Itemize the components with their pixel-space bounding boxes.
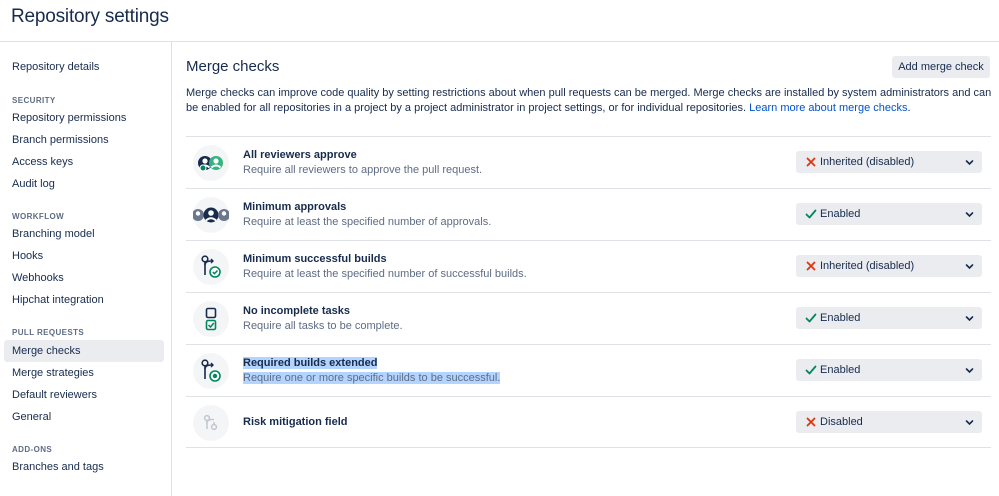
page-title: Repository settings [11,6,169,27]
check-icon [805,365,817,375]
merge-checks-panel: Merge checks Add merge check Merge check… [172,42,999,496]
merge-check-row-all-reviewers: All reviewers approve Require all review… [186,136,991,188]
sidebar-section-add-ons: ADD-ONS [12,445,53,454]
merge-check-subtitle: Require all reviewers to approve the pul… [243,164,483,176]
sidebar-item-branching-model[interactable]: Branching model [4,223,164,245]
merge-check-subtitle: Require one or more specific builds to b… [243,372,501,384]
sidebar-item-merge-checks[interactable]: Merge checks [4,340,164,362]
reviewers-approve-icon [193,145,229,181]
tasks-icon [193,301,229,337]
merge-check-subtitle: Require at least the specified number of… [243,268,527,280]
description-suffix: . [907,102,911,114]
merge-check-subtitle: Require all tasks to be complete. [243,320,403,332]
sidebar-item-webhooks[interactable]: Webhooks [4,267,164,289]
sidebar-item-repository-details[interactable]: Repository details [4,56,164,78]
merge-check-row-minimum-builds: Minimum successful builds Require at lea… [186,240,991,292]
merge-check-title: Minimum successful builds [243,253,387,265]
merge-check-status-select[interactable]: Enabled [796,307,982,329]
status-value: Disabled [820,416,863,428]
sidebar-item-access-keys[interactable]: Access keys [4,151,164,173]
merge-check-title: Required builds extended [243,357,378,369]
chevron-down-icon [965,316,974,322]
merge-check-status-select[interactable]: Disabled [796,411,982,433]
chevron-down-icon [965,368,974,374]
page-header: Repository settings [0,0,999,42]
learn-more-link[interactable]: Learn more about merge checks [749,102,907,114]
chevron-down-icon [965,264,974,270]
sidebar-item-hipchat-integration[interactable]: Hipchat integration [4,289,164,311]
cross-icon [806,417,816,427]
settings-sidebar: Repository details SECURITY Repository p… [0,42,172,496]
section-title: Merge checks [186,58,280,75]
check-icon [805,313,817,323]
merge-checks-description: Merge checks can improve code quality by… [186,86,996,116]
sidebar-item-general[interactable]: General [4,406,164,428]
risk-mitigation-icon [193,405,229,441]
sidebar-item-branch-permissions[interactable]: Branch permissions [4,129,164,151]
merge-check-row-risk-mitigation: Risk mitigation field Disabled [186,396,991,448]
sidebar-item-hooks[interactable]: Hooks [4,245,164,267]
selected-text: Require one or more specific builds to b… [243,372,501,384]
cross-icon [806,157,816,167]
builds-icon [193,249,229,285]
status-value: Inherited (disabled) [820,156,915,168]
status-value: Enabled [820,208,861,220]
selected-text: Required builds extended [243,357,378,369]
merge-check-subtitle: Require at least the specified number of… [243,216,492,228]
sidebar-section-security: SECURITY [12,96,56,105]
sidebar-item-default-reviewers[interactable]: Default reviewers [4,384,164,406]
chevron-down-icon [965,420,974,426]
sidebar-item-audit-log[interactable]: Audit log [4,173,164,195]
minimum-approvals-icon [193,197,229,233]
merge-check-status-select[interactable]: Inherited (disabled) [796,255,982,277]
check-icon [805,209,817,219]
merge-check-row-required-builds: Required builds extended Require one or … [186,344,991,396]
sidebar-section-pull-requests: PULL REQUESTS [12,328,85,337]
cross-icon [806,261,816,271]
chevron-down-icon [965,212,974,218]
merge-check-title: Minimum approvals [243,201,347,213]
required-builds-icon [193,353,229,389]
chevron-down-icon [965,160,974,166]
status-value: Enabled [820,364,861,376]
merge-check-status-select[interactable]: Inherited (disabled) [796,151,982,173]
merge-check-status-select[interactable]: Enabled [796,359,982,381]
merge-check-row-minimum-approvals: Minimum approvals Require at least the s… [186,188,991,240]
merge-check-title: No incomplete tasks [243,305,350,317]
merge-check-title: Risk mitigation field [243,416,348,428]
sidebar-item-branches-and-tags[interactable]: Branches and tags [4,456,164,478]
sidebar-item-merge-strategies[interactable]: Merge strategies [4,362,164,384]
sidebar-item-repository-permissions[interactable]: Repository permissions [4,107,164,129]
status-value: Enabled [820,312,861,324]
add-merge-check-button[interactable]: Add merge check [892,56,990,78]
status-value: Inherited (disabled) [820,260,915,272]
merge-check-status-select[interactable]: Enabled [796,203,982,225]
sidebar-section-workflow: WORKFLOW [12,212,65,221]
merge-check-title: All reviewers approve [243,149,357,161]
merge-check-row-incomplete-tasks: No incomplete tasks Require all tasks to… [186,292,991,344]
